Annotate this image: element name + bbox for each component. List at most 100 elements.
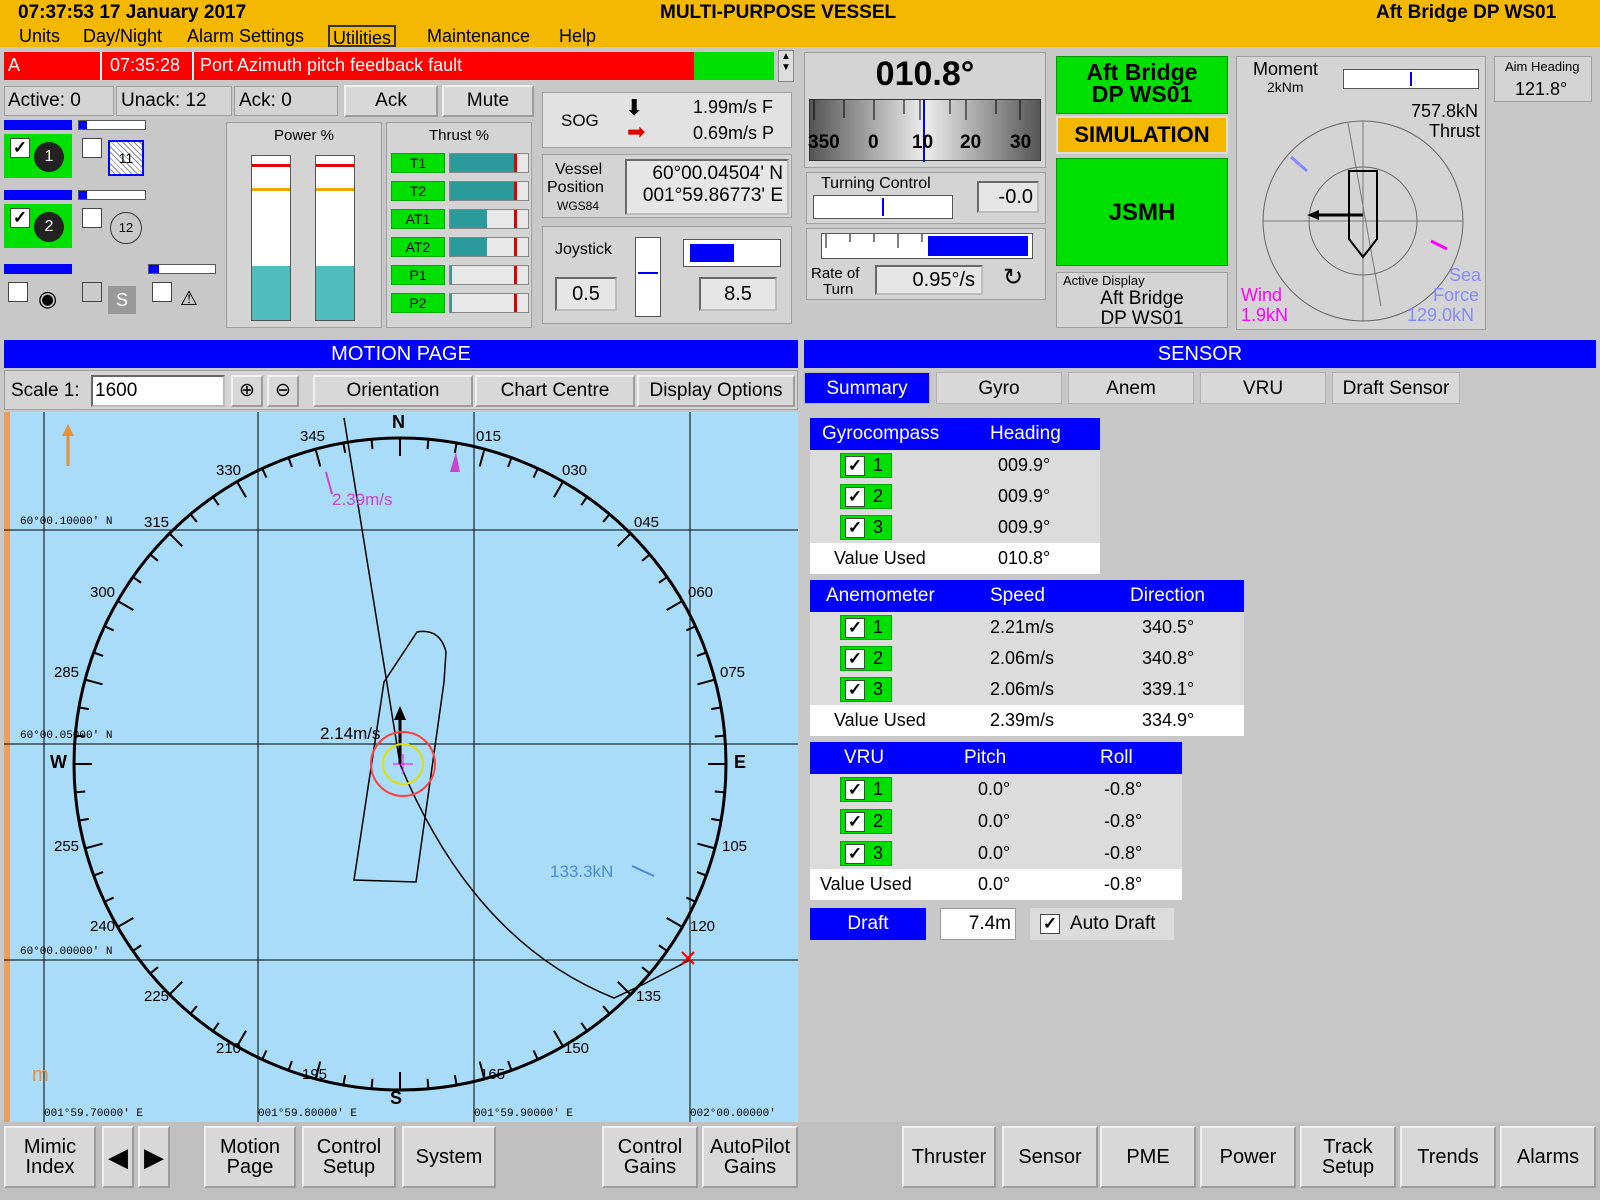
alarm-scrollbar[interactable]: ▲ ▼ xyxy=(778,50,794,82)
longitude-label: 001°59.80000' E xyxy=(258,1108,358,1120)
distance-unit-label: m xyxy=(32,1064,49,1086)
forces-panel: Moment 2kNm 757.8kN Thrust Wind 1.9kN Se… xyxy=(1236,56,1486,330)
table-row: ✓ 1 0.0° -0.8° xyxy=(810,774,1182,805)
vru-3-toggle[interactable]: ✓ 3 xyxy=(840,841,892,866)
tab-anem[interactable]: Anem xyxy=(1068,372,1194,404)
control-gains-button[interactable]: Control Gains xyxy=(602,1126,698,1188)
tab-vru[interactable]: VRU xyxy=(1200,372,1326,404)
rate-of-turn-label-1: Rate of xyxy=(811,265,860,282)
thruster-label: P1 xyxy=(391,265,445,285)
heading-tick: 10 xyxy=(912,132,934,153)
gyro-3-toggle[interactable]: ✓ 3 xyxy=(840,515,892,540)
table-row: ✓ 3 0.0° -0.8° xyxy=(810,838,1182,869)
track-setup-button[interactable]: Track Setup xyxy=(1300,1126,1396,1188)
col-heading: Heading xyxy=(990,423,1061,444)
active-display-panel: Active Display Aft Bridge DP WS01 xyxy=(1056,272,1228,329)
light-checkbox[interactable] xyxy=(152,282,172,302)
gyro-1-toggle[interactable]: ✓ 1 xyxy=(840,453,892,478)
col-vru: VRU xyxy=(844,747,885,768)
tab-gyro[interactable]: Gyro xyxy=(936,372,1062,404)
pump-checkbox[interactable] xyxy=(82,282,102,302)
anemometer-header: Anemometer Speed Direction xyxy=(810,580,1244,612)
compass-label: 225 xyxy=(144,988,170,1005)
thrust-bar xyxy=(449,237,529,257)
menu-help[interactable]: Help xyxy=(556,25,599,47)
ack-button[interactable]: Ack xyxy=(344,85,438,117)
alarms-button[interactable]: Alarms xyxy=(1500,1126,1596,1188)
compass-east: E xyxy=(734,752,747,772)
vru-1-toggle[interactable]: ✓ 1 xyxy=(840,777,892,802)
menu-utilities[interactable]: Utilities xyxy=(328,25,397,48)
display-options-button[interactable]: Display Options xyxy=(637,375,795,407)
thruster-button[interactable]: Thruster xyxy=(902,1126,996,1188)
mute-button[interactable]: Mute xyxy=(442,85,534,117)
sog-label: SOG xyxy=(561,111,599,130)
pump-box[interactable]: S xyxy=(78,278,146,318)
vru-value-used-row: Value Used 0.0° -0.8° xyxy=(810,869,1182,900)
menu-maintenance[interactable]: Maintenance xyxy=(424,25,533,47)
gen2-icon-box[interactable]: ✓ 2 xyxy=(4,204,72,248)
system-button[interactable]: System xyxy=(402,1126,496,1188)
gen11-checkbox[interactable] xyxy=(82,138,102,158)
clock: 07:37:53 17 January 2017 xyxy=(18,2,247,23)
sensor-eye-box[interactable]: ◉ xyxy=(4,278,72,318)
thruster-label: T2 xyxy=(391,181,445,201)
power-bar-2 xyxy=(315,155,355,321)
gen12-icon-box[interactable]: 12 xyxy=(78,204,146,248)
mimic-index-button[interactable]: Mimic Index xyxy=(4,1126,96,1188)
heading-tape: 350 0 10 20 30 xyxy=(808,99,1041,162)
thruster-label: AT1 xyxy=(391,209,445,229)
compass-label: 255 xyxy=(54,838,80,855)
trends-button[interactable]: Trends xyxy=(1400,1126,1496,1188)
turning-control-label: Turning Control xyxy=(821,175,931,192)
control-setup-button[interactable]: Control Setup xyxy=(302,1126,396,1188)
gen1-checkbox[interactable]: ✓ xyxy=(10,138,30,158)
motion-page-button[interactable]: Motion Page xyxy=(204,1126,296,1188)
compass-label: 300 xyxy=(90,584,116,601)
menu-alarm-settings[interactable]: Alarm Settings xyxy=(184,25,307,47)
joystick-horizontal-gauge xyxy=(683,239,781,267)
power-button[interactable]: Power xyxy=(1200,1126,1296,1188)
menu-units[interactable]: Units xyxy=(16,25,63,47)
gyrocompass-table: Gyrocompass Heading ✓ 1 009.9° ✓ 2 009.9° ✓ 3… xyxy=(810,418,1100,574)
tab-draft-sensor[interactable]: Draft Sensor xyxy=(1332,372,1460,404)
heading-value: 010.8° xyxy=(875,55,975,93)
eye-checkbox[interactable] xyxy=(8,282,28,302)
orientation-button[interactable]: Orientation xyxy=(313,375,473,407)
gen2-checkbox[interactable]: ✓ xyxy=(10,208,30,228)
gen11-icon-box[interactable]: 11 xyxy=(78,134,146,178)
gyro-2-toggle[interactable]: ✓ 2 xyxy=(840,484,892,509)
vessel-speed-label: 2.14m/s xyxy=(320,724,381,743)
menu-day-night[interactable]: Day/Night xyxy=(80,25,165,47)
light-box[interactable]: ⚠ xyxy=(148,278,216,318)
motion-chart[interactable]: N S E W 015 030 045 060 075 105 120 135 … xyxy=(4,412,798,1122)
next-page-icon[interactable]: ▶ xyxy=(138,1126,170,1188)
anem-3-toggle[interactable]: ✓ 3 xyxy=(840,677,892,702)
gen1-icon-box[interactable]: ✓ 1 xyxy=(4,134,72,178)
asterisk-warning-icon: ⚠ xyxy=(180,288,198,310)
tab-summary[interactable]: Summary xyxy=(804,372,930,404)
previous-page-icon[interactable]: ◀ xyxy=(102,1126,134,1188)
thruster-label: P2 xyxy=(391,293,445,313)
heading-tick: 20 xyxy=(960,132,982,153)
autopilot-gains-button[interactable]: AutoPilot Gains xyxy=(702,1126,798,1188)
zoom-out-icon[interactable]: ⊖ xyxy=(267,375,299,407)
turning-control-slider[interactable] xyxy=(813,195,953,219)
anem-1-toggle[interactable]: ✓ 1 xyxy=(840,615,892,640)
alarm-banner[interactable]: A 07:35:28 Port Azimuth pitch feedback f… xyxy=(4,52,774,80)
pme-button[interactable]: PME xyxy=(1100,1126,1196,1188)
scale-input[interactable]: 1600 xyxy=(91,375,225,407)
compass-label: 315 xyxy=(144,514,170,531)
station-status: Aft Bridge DP WS01 xyxy=(1056,56,1228,114)
sensor-button[interactable]: Sensor xyxy=(1002,1126,1098,1188)
gen12-checkbox[interactable] xyxy=(82,208,102,228)
draft-value-field[interactable]: 7.4m xyxy=(940,908,1016,940)
anem-2-toggle[interactable]: ✓ 2 xyxy=(840,646,892,671)
auto-draft-toggle[interactable]: ✓ Auto Draft xyxy=(1030,908,1174,940)
alarm-code: A xyxy=(8,55,21,75)
zoom-in-icon[interactable]: ⊕ xyxy=(231,375,263,407)
compass-label: 135 xyxy=(636,988,662,1005)
chart-centre-button[interactable]: Chart Centre xyxy=(475,375,635,407)
col-speed: Speed xyxy=(990,585,1045,606)
vru-2-toggle[interactable]: ✓ 2 xyxy=(840,809,892,834)
